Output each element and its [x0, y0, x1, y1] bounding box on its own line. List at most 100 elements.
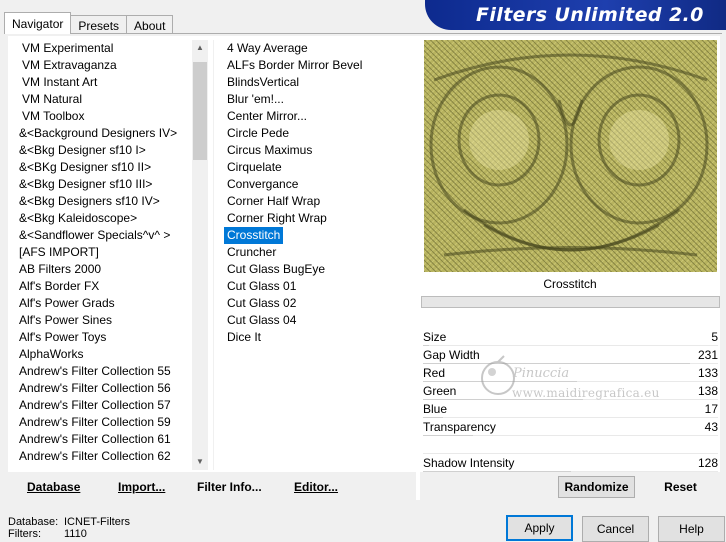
tab-divider: [4, 33, 722, 34]
category-item[interactable]: VM Instant Art: [12, 74, 192, 91]
category-item[interactable]: Andrew's Filter Collection 56: [12, 380, 192, 397]
filter-item[interactable]: Dice It: [224, 329, 412, 346]
filter-info-button[interactable]: Filter Info...: [197, 480, 262, 494]
filter-item-selected[interactable]: Crosstitch: [224, 227, 284, 244]
param-row[interactable]: Green 138: [423, 383, 718, 400]
filter-item[interactable]: Circus Maximus: [224, 142, 412, 159]
scroll-thumb[interactable]: [193, 62, 207, 160]
category-item[interactable]: Andrew's Filter Collection 61: [12, 431, 192, 448]
param-name: Green: [423, 384, 457, 398]
filter-item[interactable]: Cruncher: [224, 244, 412, 261]
filters-info-value: 1110: [64, 528, 87, 540]
app-title: Filters Unlimited 2.0: [476, 4, 704, 26]
category-item[interactable]: Andrew's Filter Collection 59: [12, 414, 192, 431]
category-item[interactable]: &<Background Designers IV>: [12, 125, 192, 142]
randomize-button[interactable]: Randomize: [558, 476, 635, 498]
tab-about[interactable]: About: [126, 15, 174, 34]
category-item[interactable]: &<Sandflower Specials^v^ >: [12, 227, 192, 244]
database-info: Database: ICNET-Filters: [8, 516, 130, 528]
filter-item[interactable]: Center Mirror...: [224, 108, 412, 125]
scroll-down-icon[interactable]: ▼: [192, 454, 208, 470]
filter-item[interactable]: 4 Way Average: [224, 40, 412, 57]
param-row-empty[interactable]: [423, 437, 718, 454]
category-item[interactable]: &<Bkg Designers sf10 IV>: [12, 193, 192, 210]
category-item[interactable]: Alf's Border FX: [12, 278, 192, 295]
category-item[interactable]: &<Bkg Designer sf10 I>: [12, 142, 192, 159]
filter-item[interactable]: Corner Right Wrap: [224, 210, 412, 227]
filter-item[interactable]: BlindsVertical: [224, 74, 412, 91]
category-item[interactable]: Alf's Power Grads: [12, 295, 192, 312]
category-item[interactable]: [AFS IMPORT]: [12, 244, 192, 261]
category-scrollbar[interactable]: ▲ ▼: [192, 40, 208, 470]
cancel-button[interactable]: Cancel: [582, 516, 649, 542]
param-value: 231: [697, 348, 718, 362]
param-name: Blue: [423, 402, 448, 416]
filter-item[interactable]: Cut Glass 04: [224, 312, 412, 329]
param-slider-track[interactable]: [423, 417, 718, 418]
database-button[interactable]: Database: [27, 480, 80, 494]
preview-image: [429, 53, 709, 257]
tab-presets[interactable]: Presets: [70, 15, 128, 34]
filters-info-label: Filters:: [8, 528, 41, 540]
reset-button[interactable]: Reset: [642, 476, 719, 498]
filter-item[interactable]: Circle Pede: [224, 125, 412, 142]
filter-item[interactable]: Cirquelate: [224, 159, 412, 176]
param-row[interactable]: Size 5: [423, 329, 718, 346]
category-item[interactable]: &<Bkg Designer sf10 III>: [12, 176, 192, 193]
param-row[interactable]: Blue 17: [423, 401, 718, 418]
param-value: 133: [697, 366, 718, 380]
help-button[interactable]: Help: [658, 516, 725, 542]
param-name: Transparency: [423, 420, 496, 434]
category-item[interactable]: Alf's Power Sines: [12, 312, 192, 329]
filter-item[interactable]: Cut Glass 01: [224, 278, 412, 295]
category-item[interactable]: AB Filters 2000: [12, 261, 192, 278]
param-name: Gap Width: [423, 348, 480, 362]
param-slider-fill: [423, 399, 583, 400]
database-info-label: Database:: [8, 516, 59, 528]
editor-button[interactable]: Editor...: [294, 480, 338, 494]
import-button-label: Import...: [118, 480, 166, 494]
param-name: Size: [423, 330, 447, 344]
category-item[interactable]: AlphaWorks: [12, 346, 192, 363]
param-value: 43: [704, 420, 718, 434]
param-value: 128: [697, 456, 718, 470]
filter-item[interactable]: ALFs Border Mirror Bevel: [224, 57, 412, 74]
import-button[interactable]: Import...: [118, 480, 165, 494]
filter-item[interactable]: Cut Glass BugEye: [224, 261, 412, 278]
category-item[interactable]: Andrew's Filter Collection 62: [12, 448, 192, 465]
param-slider-fill: [423, 363, 691, 364]
category-item[interactable]: &<BKg Designer sf10 II>: [12, 159, 192, 176]
param-row[interactable]: Red 133: [423, 365, 718, 382]
scroll-up-icon[interactable]: ▲: [192, 40, 208, 56]
param-slider-track[interactable]: [423, 453, 718, 454]
category-item[interactable]: Alf's Power Toys: [12, 329, 192, 346]
filter-list[interactable]: 4 Way Average ALFs Border Mirror Bevel Bli…: [224, 40, 412, 470]
category-item[interactable]: &<Bkg Kaleidoscope>: [12, 210, 192, 227]
category-item[interactable]: VM Natural: [12, 91, 192, 108]
filter-preview: [424, 40, 717, 272]
param-slider-fill: [423, 345, 429, 346]
param-slider-fill: [423, 381, 577, 382]
filter-item[interactable]: Cut Glass 02: [224, 295, 412, 312]
category-list[interactable]: VM Experimental VM Extravaganza VM Instant…: [12, 40, 192, 470]
editor-button-label: Editor...: [294, 480, 339, 494]
database-info-value: ICNET-Filters: [64, 516, 130, 528]
param-slider-track[interactable]: [423, 345, 718, 346]
param-slider-fill: [423, 435, 473, 436]
category-item[interactable]: VM Extravaganza: [12, 57, 192, 74]
category-item[interactable]: Andrew's Filter Collection 57: [12, 397, 192, 414]
category-item[interactable]: VM Experimental: [12, 40, 192, 57]
param-row[interactable]: Transparency 43: [423, 419, 718, 436]
param-row[interactable]: Gap Width 231: [423, 347, 718, 364]
param-value: 17: [704, 402, 718, 416]
apply-button[interactable]: Apply: [506, 515, 573, 541]
filter-item[interactable]: Corner Half Wrap: [224, 193, 412, 210]
param-value: 138: [697, 384, 718, 398]
category-item[interactable]: Andrew's Filter Collection 55: [12, 363, 192, 380]
filter-item[interactable]: Convergance: [224, 176, 412, 193]
filter-item[interactable]: Blur 'em!...: [224, 91, 412, 108]
tab-navigator[interactable]: Navigator: [4, 12, 72, 34]
category-item[interactable]: VM Toolbox: [12, 108, 192, 125]
param-row[interactable]: Shadow Intensity 128: [423, 455, 718, 472]
param-value: 5: [711, 330, 718, 344]
